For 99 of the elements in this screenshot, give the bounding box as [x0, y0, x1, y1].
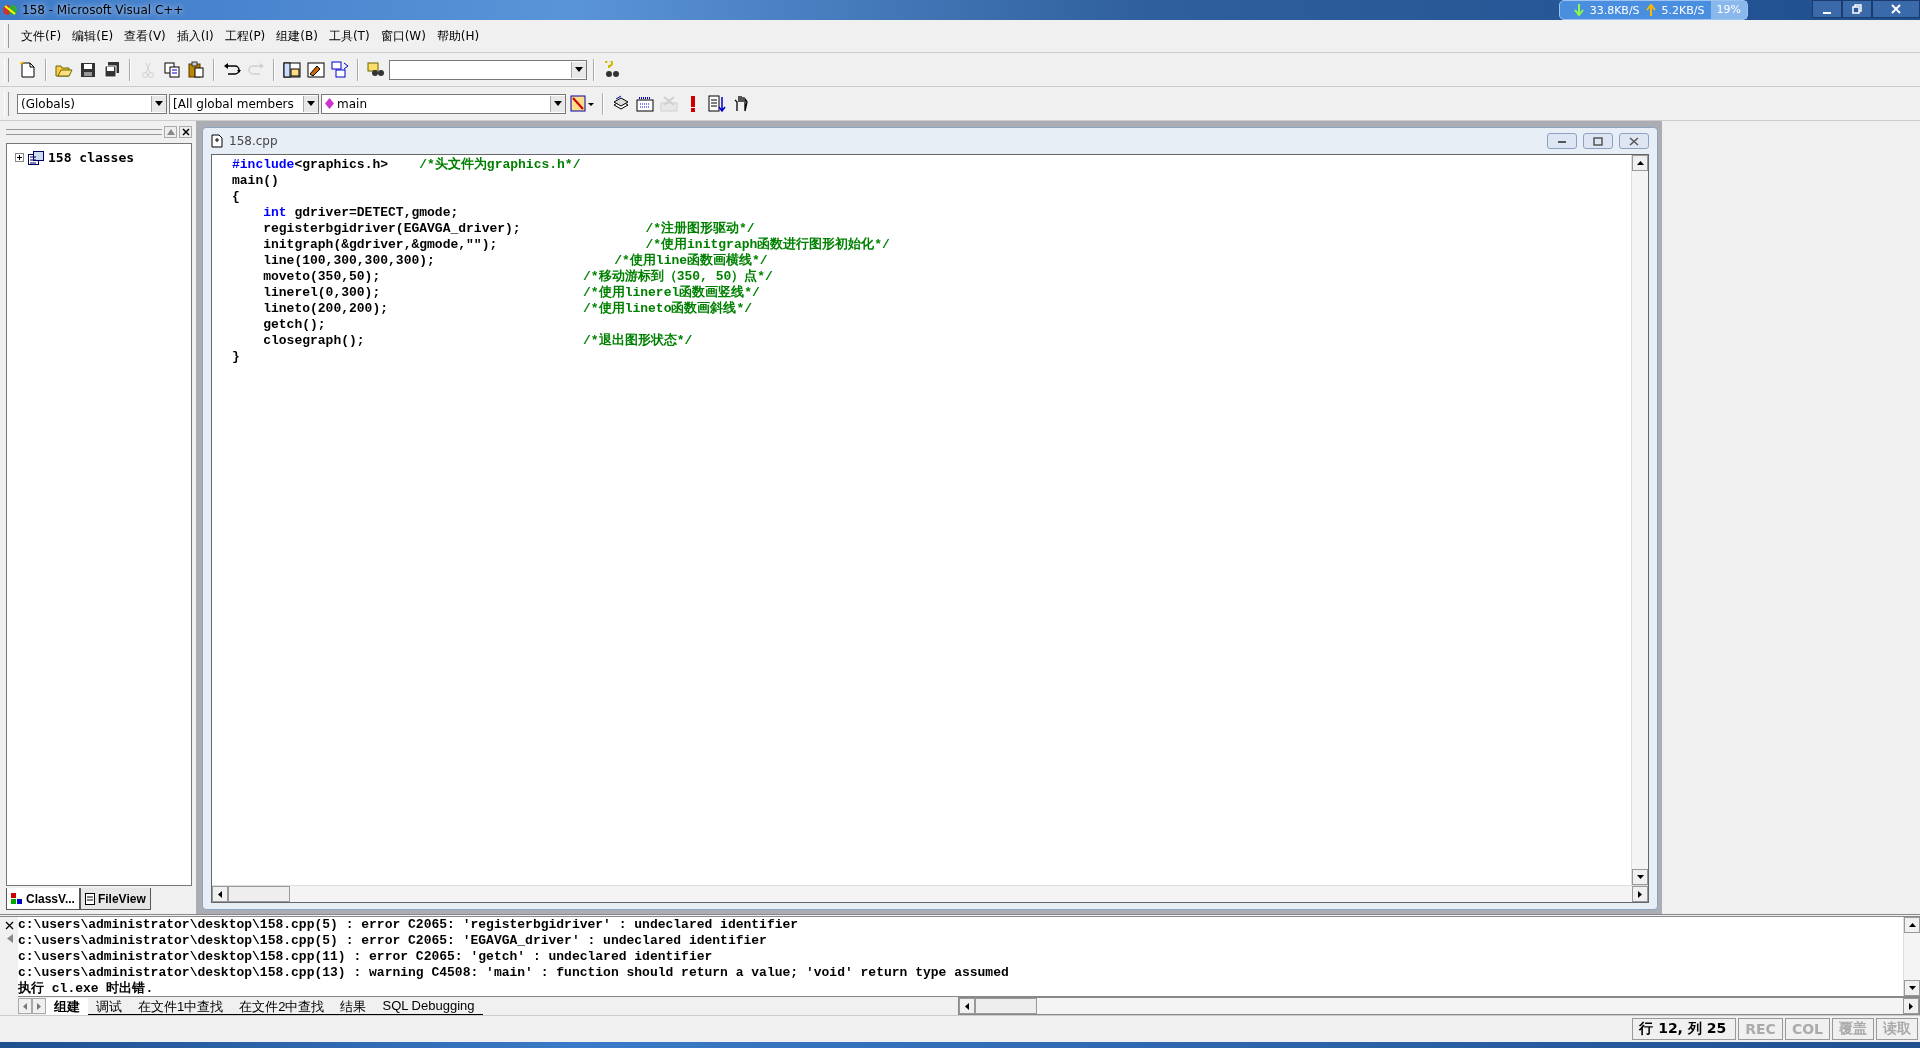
output-tab[interactable]: 结果 — [332, 997, 375, 1015]
caret-icon — [575, 67, 583, 72]
close-panel-button[interactable] — [179, 126, 192, 138]
class-view-icon — [11, 892, 23, 905]
code-line: initgraph(&gdriver,&gmode,""); /*使用initgraph函数进行图形初始化*/ — [262, 237, 891, 253]
code-line: line(100,300,300,300); /*使用line函数画横线*/ — [262, 253, 769, 269]
output-tab[interactable]: 组建 — [46, 997, 88, 1015]
filter-combo[interactable]: [All global members — [169, 93, 319, 114]
tree-item[interactable]: 158 classes — [48, 150, 135, 165]
output-line: c:\users\administrator\desktop\158.cpp(11) : error C2065: 'getch' : undeclared identifier — [18, 949, 714, 965]
scroll-thumb[interactable] — [975, 998, 1037, 1014]
cursor-position: 行 12, 列 25 — [1632, 1018, 1737, 1040]
code-line: getch(); — [262, 317, 327, 333]
minimize-icon — [1823, 12, 1831, 14]
output-tab[interactable]: SQL Debugging — [374, 997, 483, 1015]
code-line: registerbgidriver(EGAVGA_driver); /*注册图形驱动*/ — [262, 221, 756, 237]
document-title: 158.cpp — [229, 134, 278, 148]
code-line: main() — [232, 173, 280, 189]
menu-item[interactable]: 帮助(H) — [431, 25, 485, 47]
output-line: c:\users\administrator\desktop\158.cpp(5) : error C2065: 'registerbgidriver' : undeclared identifier — [18, 917, 800, 933]
status-indicator: COL — [1784, 1018, 1830, 1040]
scroll-thumb[interactable] — [228, 886, 290, 902]
restore-button[interactable] — [1842, 0, 1872, 18]
menu-item[interactable]: 组建(B) — [271, 25, 323, 47]
horizontal-scrollbar[interactable] — [958, 997, 1920, 1015]
left-arrow-icon — [965, 1002, 969, 1010]
menu-item[interactable]: 工程(P) — [219, 25, 271, 47]
code-line: int gdriver=DETECT,gmode; — [262, 205, 460, 221]
window-title: 158 - Microsoft Visual C++ — [22, 3, 184, 17]
tab-scroll-right-button[interactable] — [32, 998, 46, 1014]
right-arrow-icon — [1638, 890, 1642, 898]
close-icon — [1890, 4, 1902, 14]
output-line: c:\users\administrator\desktop\158.cpp(5) : error C2065: 'EGAVGA_driver' : undeclared identifier — [18, 933, 768, 949]
diamond-icon — [325, 98, 334, 109]
output-tab[interactable]: 调试 — [88, 997, 130, 1015]
up-arrow-icon — [1636, 161, 1644, 165]
cpu-usage: 19% — [1710, 1, 1747, 19]
close-panel-button[interactable] — [4, 921, 14, 930]
restore-icon — [1593, 136, 1603, 146]
panel-tab[interactable]: ClassV... — [6, 888, 80, 910]
menu-item[interactable]: 窗口(W) — [375, 25, 431, 47]
status-indicator: REC — [1738, 1018, 1783, 1040]
download-speed: 33.8KB/S — [1589, 3, 1640, 17]
menu-item[interactable]: 文件(F) — [16, 25, 67, 47]
caret-icon — [155, 101, 163, 106]
left-arrow-icon — [218, 890, 222, 898]
menu-item[interactable]: 工具(T) — [323, 25, 375, 47]
file-icon — [84, 892, 95, 905]
code-line: } — [232, 349, 241, 365]
menu-item[interactable]: 编辑(E) — [67, 25, 119, 47]
wizard-action-icon[interactable] — [568, 92, 596, 115]
output-line: c:\users\administrator\desktop\158.cpp(13) : warning C4508: 'main' : function should return a value; 'void' return type assumed — [18, 965, 1010, 981]
windows-icon[interactable] — [329, 58, 351, 81]
code-line: linerel(0,300); /*使用linerel函数画竖线*/ — [262, 285, 761, 301]
minimize-button[interactable] — [1547, 133, 1577, 149]
source-file-icon — [211, 134, 223, 148]
restore-icon — [1852, 4, 1862, 14]
tab-scroll-left-button[interactable] — [18, 998, 32, 1014]
code-line: { — [232, 189, 241, 205]
upload-arrow-icon — [1645, 4, 1656, 16]
classes-icon — [28, 150, 44, 165]
right-arrow-icon — [1909, 1002, 1913, 1010]
status-indicator: 读取 — [1876, 1018, 1918, 1040]
find-combo[interactable] — [389, 59, 587, 80]
code-line: #include<graphics.h> /*头文件为graphics.h*/ — [232, 157, 582, 173]
right-arrow-icon — [37, 1002, 41, 1010]
caret-icon — [307, 101, 315, 106]
close-button[interactable] — [1619, 133, 1649, 149]
minimize-icon — [1557, 138, 1567, 144]
code-line: closegraph(); /*退出图形状态*/ — [262, 333, 694, 349]
code-line: moveto(350,50); /*移动游标到（350, 50）点*/ — [262, 269, 774, 285]
panel-tab[interactable]: FileView — [79, 888, 151, 910]
code-line: lineto(200,200); /*使用lineto函数画斜线*/ — [262, 301, 754, 317]
status-indicator: 覆盖 — [1832, 1018, 1874, 1040]
close-icon — [181, 128, 190, 136]
down-arrow-icon — [1636, 875, 1644, 879]
expand-toggle-icon[interactable] — [15, 153, 24, 162]
up-arrow-icon — [1908, 923, 1916, 927]
down-arrow-icon — [1908, 986, 1916, 990]
close-button[interactable] — [1872, 0, 1920, 18]
menu-item[interactable]: 插入(I) — [171, 25, 219, 47]
vertical-scrollbar[interactable] — [1903, 917, 1920, 996]
minimize-button[interactable] — [1812, 0, 1842, 18]
output-tab[interactable]: 在文件2中查找 — [231, 997, 333, 1015]
member-combo[interactable]: main — [321, 93, 566, 114]
close-icon — [1629, 136, 1639, 146]
upload-speed: 5.2KB/S — [1661, 3, 1705, 17]
left-arrow-icon — [23, 1002, 27, 1010]
paste-icon[interactable] — [185, 58, 207, 81]
vertical-scrollbar[interactable] — [1631, 155, 1648, 885]
menu-item[interactable]: 查看(V) — [119, 25, 171, 47]
download-arrow-icon — [1573, 4, 1584, 16]
output-line: 执行 cl.exe 时出错. — [18, 981, 155, 996]
app-icon — [2, 3, 18, 17]
up-arrow-icon — [166, 129, 175, 135]
caret-icon — [554, 101, 562, 106]
output-tab[interactable]: 在文件1中查找 — [130, 997, 232, 1015]
scope-combo[interactable]: (Globals) — [17, 93, 167, 114]
step-icon[interactable] — [706, 92, 728, 115]
